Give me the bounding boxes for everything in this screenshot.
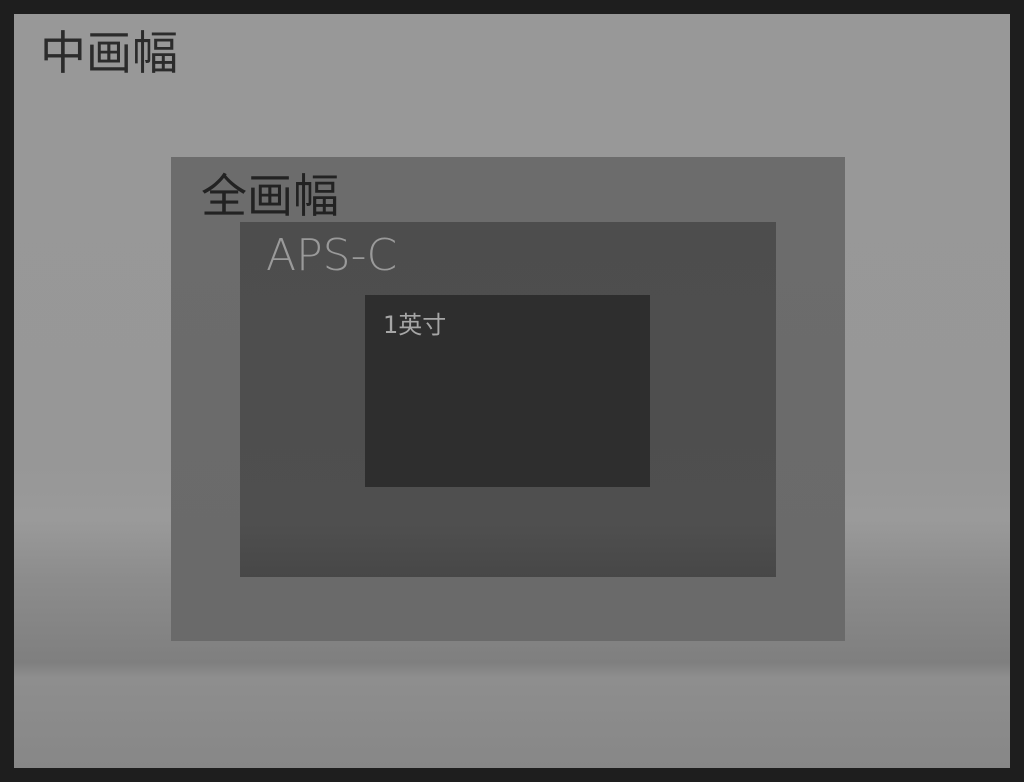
full-frame-label: 全画幅 [201,169,339,223]
aps-c-label: APS-C [266,230,398,281]
one-inch-label: 1英寸 [383,311,447,339]
medium-format-label: 中画幅 [40,26,178,80]
one-inch-sensor: 1英寸 [365,295,650,487]
sensor-size-diagram: 中画幅 全画幅 APS-C 1英寸 [0,0,1024,782]
